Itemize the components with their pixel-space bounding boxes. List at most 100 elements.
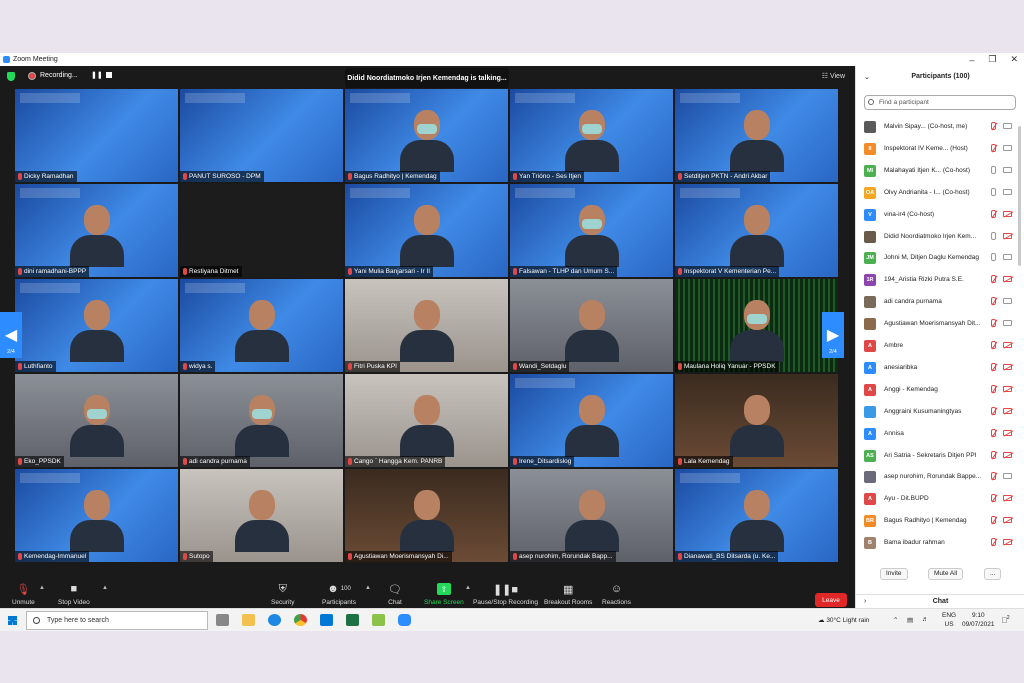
camera-status-icon[interactable]: [1003, 473, 1012, 480]
next-page-button[interactable]: ▶ 2/4: [822, 312, 844, 358]
reactions-button[interactable]: ☺ Reactions: [602, 583, 631, 606]
mic-status-icon[interactable]: [991, 122, 996, 130]
mic-status-icon[interactable]: [991, 406, 996, 415]
mic-status-icon[interactable]: [991, 209, 996, 218]
participant-search-input[interactable]: Find a participant: [864, 95, 1016, 110]
camera-status-icon[interactable]: [1003, 166, 1012, 173]
participant-row[interactable]: Aanesiaribka: [856, 357, 1024, 379]
camera-status-icon[interactable]: [1003, 144, 1012, 151]
notification-icon[interactable]: □2: [1002, 615, 1010, 625]
video-tile[interactable]: Maulana Holiq Yanuar - PPSDK: [675, 279, 838, 372]
mic-status-icon[interactable]: [991, 450, 996, 459]
stop-recording-icon[interactable]: [106, 72, 112, 78]
video-tile[interactable]: dini ramadhani-BPPP: [15, 184, 178, 277]
camera-status-icon[interactable]: [1003, 188, 1012, 195]
mic-status-icon[interactable]: [991, 143, 996, 152]
unmute-button[interactable]: 🎙 Unmute: [12, 583, 35, 607]
participant-row[interactable]: MI Malahayati Itjen K... (Co-host): [856, 160, 1024, 182]
zoom-taskbar-icon[interactable]: [398, 614, 411, 626]
camera-status-icon[interactable]: [1003, 495, 1012, 502]
camera-status-icon[interactable]: [1003, 342, 1012, 348]
video-tile[interactable]: Bagus Radhityo | Kemendag: [345, 89, 508, 182]
windows-start-icon[interactable]: [8, 616, 17, 625]
tray-chevron-icon[interactable]: ⌃: [893, 616, 898, 624]
video-tile[interactable]: Dicky Ramadhan: [15, 89, 178, 182]
camera-status-icon[interactable]: [1003, 539, 1012, 546]
task-view-icon[interactable]: [216, 614, 229, 626]
video-tile[interactable]: Luthfianto: [15, 279, 178, 372]
network-icon[interactable]: ▤: [907, 616, 913, 624]
breakout-rooms-button[interactable]: ▦ Breakout Rooms: [544, 583, 592, 607]
clock[interactable]: 9:10 09/07/2021: [962, 611, 995, 629]
participant-row[interactable]: A Ayu - Dit.BUPD: [856, 488, 1024, 510]
expand-chevron-icon[interactable]: ›: [864, 598, 866, 605]
mail-icon[interactable]: [320, 614, 333, 626]
video-tile[interactable]: Yani Mulia Banjarsari - Ir II: [345, 184, 508, 277]
language-indicator[interactable]: ENG US: [942, 611, 956, 629]
mic-status-icon[interactable]: [991, 494, 996, 503]
camera-status-icon[interactable]: [1003, 363, 1012, 370]
leave-button[interactable]: Leave: [815, 593, 847, 607]
video-tile[interactable]: Dianawati_BS Ditsarda (u. Ke...: [675, 469, 838, 562]
close-icon[interactable]: ✕: [1010, 54, 1018, 65]
participant-row[interactable]: A Ambre: [856, 335, 1024, 357]
mic-status-icon[interactable]: [991, 362, 996, 371]
stacked-app-icon[interactable]: [372, 614, 385, 626]
camera-status-icon[interactable]: [1003, 123, 1012, 129]
camera-status-icon[interactable]: [1003, 298, 1012, 305]
camera-status-icon[interactable]: [1003, 210, 1012, 217]
participant-row[interactable]: A Annisa: [856, 423, 1024, 445]
camera-status-icon[interactable]: [1003, 276, 1012, 283]
camera-status-icon[interactable]: [1003, 451, 1012, 458]
mute-all-button[interactable]: Mute All: [928, 568, 964, 580]
chat-panel-header[interactable]: › Chat: [856, 594, 1024, 608]
participant-row[interactable]: Anggraini Kusumaningtyas: [856, 401, 1024, 423]
share-options-chevron-icon[interactable]: ▲: [465, 585, 471, 591]
participants-options-chevron-icon[interactable]: ▲: [365, 585, 371, 591]
security-button[interactable]: ⛨ Security: [271, 583, 294, 607]
video-tile[interactable]: Irene_Ditsardislog: [510, 374, 673, 467]
mic-status-icon[interactable]: [991, 538, 996, 547]
camera-status-icon[interactable]: [1003, 407, 1012, 414]
mic-status-icon[interactable]: [991, 341, 996, 349]
participant-row[interactable]: Agustiawan Moerismansyah Dit...: [856, 313, 1024, 335]
participant-row[interactable]: 1R 194_Aristia Rizki Putra S.E.: [856, 269, 1024, 291]
participant-row[interactable]: OA Olvy Andrianita - I... (Co-host): [856, 182, 1024, 204]
share-screen-button[interactable]: ⇧ Share Screen: [424, 583, 464, 606]
view-button[interactable]: ☷ View: [822, 72, 845, 80]
camera-status-icon[interactable]: [1003, 320, 1012, 327]
camera-status-icon[interactable]: [1003, 429, 1012, 436]
maximize-icon[interactable]: ❐: [988, 54, 996, 65]
video-tile[interactable]: Restiyana Ditmet: [180, 184, 343, 277]
video-tile[interactable]: Agustiawan Moerismansyah Di...: [345, 469, 508, 562]
video-tile[interactable]: Wandi_Setdaglu: [510, 279, 673, 372]
participant-row[interactable]: B Bama ibadur rahman: [856, 532, 1024, 554]
mic-status-icon[interactable]: [991, 516, 996, 525]
camera-status-icon[interactable]: [1003, 232, 1012, 239]
video-tile[interactable]: PANUT SUROSO - DPM: [180, 89, 343, 182]
video-tile[interactable]: widya s.: [180, 279, 343, 372]
video-tile[interactable]: Fitri Puska KPI: [345, 279, 508, 372]
weather-widget[interactable]: ☁ 30°C Light rain: [818, 616, 869, 624]
participant-row[interactable]: JM Johni M, Ditjen Daglu Kemendag: [856, 247, 1024, 269]
mic-status-icon[interactable]: [991, 165, 996, 174]
previous-page-button[interactable]: ◀ 2/4: [0, 312, 22, 358]
mic-status-icon[interactable]: [991, 384, 996, 393]
participant-row[interactable]: A Anggi - Kemendag: [856, 379, 1024, 401]
audio-options-chevron-icon[interactable]: ▲: [39, 585, 45, 591]
chat-button[interactable]: 🗨 Chat: [388, 583, 402, 607]
encryption-shield-icon[interactable]: [7, 72, 15, 81]
camera-status-icon[interactable]: [1003, 385, 1012, 392]
video-tile[interactable]: Inspektorat V Kementerian Pe...: [675, 184, 838, 277]
pause-recording-icon[interactable]: ❚❚: [91, 71, 103, 79]
stop-video-button[interactable]: ■ Stop Video: [58, 583, 90, 606]
participant-row[interactable]: AS Ari Satria - Sekretaris Ditjen PPI: [856, 445, 1024, 467]
invite-button[interactable]: Invite: [880, 568, 908, 580]
participant-row[interactable]: Malvin Sipay... (Co-host, me): [856, 116, 1024, 138]
participants-button[interactable]: ☻ 100 Participants: [322, 583, 356, 606]
video-options-chevron-icon[interactable]: ▲: [102, 585, 108, 591]
video-tile[interactable]: Lala Kemendag: [675, 374, 838, 467]
video-tile[interactable]: adi candra purnama: [180, 374, 343, 467]
video-tile[interactable]: Setditjen PKTN - Andri Akbar: [675, 89, 838, 182]
more-options-button[interactable]: ...: [984, 568, 1002, 580]
